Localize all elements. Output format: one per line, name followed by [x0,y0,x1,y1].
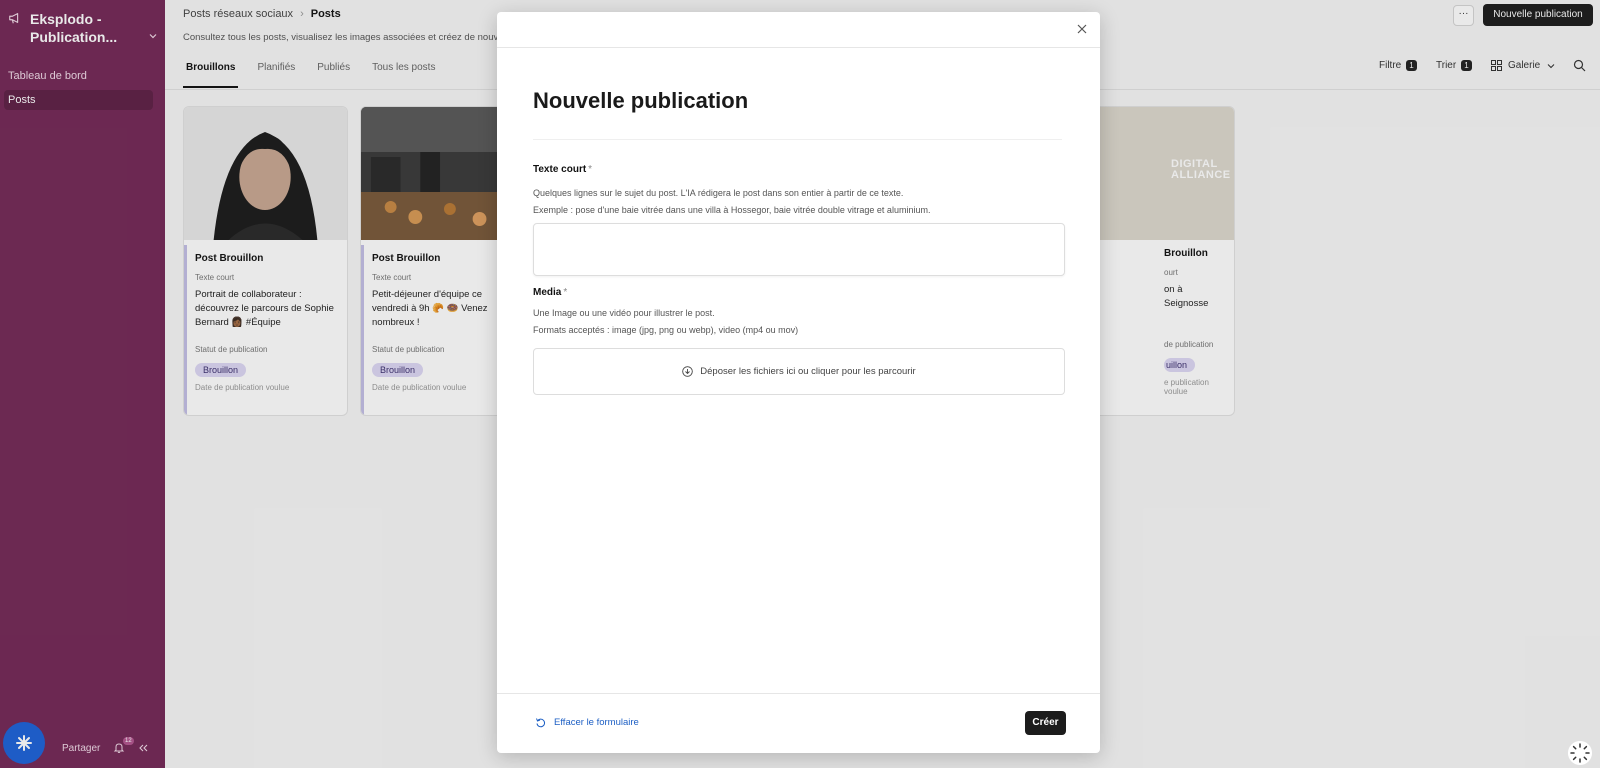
title-divider [533,139,1062,140]
required-mark: * [588,164,593,175]
texte-court-label: Texte court * [533,164,592,175]
texte-court-help-1: Quelques lignes sur le sujet du post. L'… [533,188,904,198]
media-label: Media * [533,287,567,298]
modal-header [497,12,1100,48]
new-publication-modal: Nouvelle publication Texte court * Quelqu… [497,12,1100,753]
media-help-2: Formats acceptés : image (jpg, png ou we… [533,325,799,335]
close-icon[interactable] [1076,23,1088,35]
required-mark: * [563,287,568,298]
media-help-1: Une Image ou une vidéo pour illustrer le… [533,308,715,318]
create-button[interactable]: Créer [1025,711,1066,735]
modal-title: Nouvelle publication [533,88,749,113]
reset-form-button[interactable]: Effacer le formulaire [535,717,639,728]
reset-icon [536,718,545,728]
media-label-text: Media [533,287,562,298]
loader-icon [1568,741,1592,765]
upload-icon [682,366,694,377]
texte-court-input[interactable] [533,223,1065,276]
reset-label: Effacer le formulaire [554,717,639,728]
media-dropzone[interactable]: Déposer les fichiers ici ou cliquer pour… [533,348,1065,395]
dropzone-text: Déposer les fichiers ici ou cliquer pour… [700,366,916,377]
texte-court-help-2: Exemple : pose d'une baie vitrée dans un… [533,205,931,215]
modal-footer: Effacer le formulaire Créer [497,693,1100,753]
texte-court-label-text: Texte court [533,164,587,175]
